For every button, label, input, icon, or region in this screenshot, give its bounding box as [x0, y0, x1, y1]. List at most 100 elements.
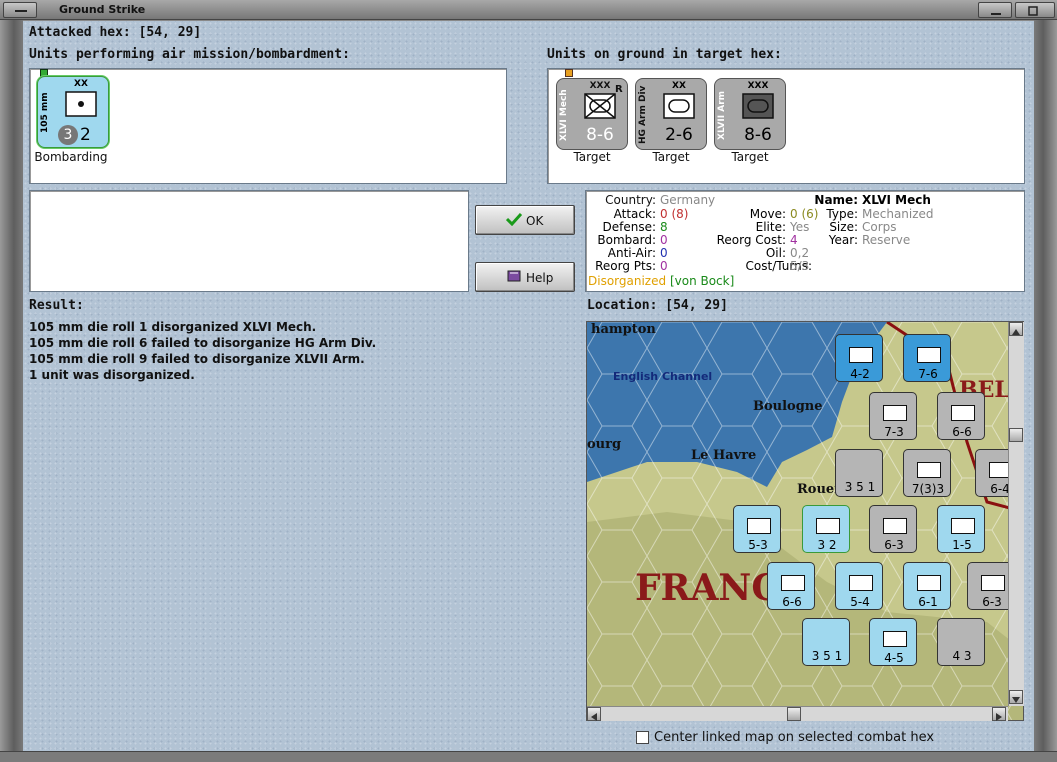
oil-label: Oil: [765, 246, 786, 260]
unit-symbol-icon [981, 575, 1005, 591]
map-unit[interactable]: 3 5 1 [835, 449, 883, 497]
unit-values: 5-3 [748, 538, 768, 552]
bombard-value: 0 [660, 233, 668, 247]
message-panel [29, 190, 469, 292]
defense-label: Defense: [602, 220, 656, 234]
unit-values: 7-3 [884, 425, 904, 439]
unit-symbol-icon [849, 575, 873, 591]
reorg-label: Reorg Pts: [595, 259, 656, 273]
unit-symbol-icon [816, 518, 840, 534]
elite-label: Elite: [755, 220, 786, 234]
antiair-label: Anti-Air: [607, 246, 656, 260]
unit-name: XLVI Mech [559, 89, 569, 141]
hex-map[interactable]: hampton English Channel Boulogne Le Havr… [586, 321, 1024, 721]
minimize-icon [991, 13, 1001, 15]
ground-unit-counter-hg-arm-div[interactable]: HG Arm Div XX 2-6 [635, 78, 707, 150]
arrow-left-icon [591, 713, 597, 721]
map-unit[interactable]: 6-6 [767, 562, 815, 610]
scroll-thumb[interactable] [787, 707, 801, 721]
map-place-label: Boulogne [753, 399, 823, 414]
map-unit[interactable]: 6-3 [869, 505, 917, 553]
map-unit[interactable]: 4-2 [835, 334, 883, 382]
unit-size: XX [74, 79, 88, 89]
unit-symbol-icon [849, 347, 873, 363]
unit-values: 1-5 [952, 538, 972, 552]
unit-status: Target [652, 150, 690, 164]
result-line: 105 mm die roll 1 disorganized XLVI Mech… [29, 320, 317, 334]
map-unit[interactable]: 7-3 [869, 392, 917, 440]
map-unit[interactable]: 6-6 [937, 392, 985, 440]
scroll-up-button[interactable] [1009, 322, 1023, 336]
selection-marker [565, 69, 573, 77]
unit-name: XLVII Arm [717, 90, 727, 140]
scroll-down-button[interactable] [1009, 690, 1023, 704]
window-menu-button[interactable] [3, 2, 37, 18]
armor-symbol-icon [741, 92, 775, 122]
country-value: Germany [660, 193, 716, 207]
minimize-button[interactable] [978, 2, 1012, 18]
ground-unit-counter-xlvii-arm[interactable]: XLVII Arm XXX 8-6 [714, 78, 786, 150]
map-unit[interactable]: 4 3 [937, 618, 985, 666]
air-units-panel[interactable]: 105 mm XX 3 2 Bombarding [29, 68, 507, 184]
map-horizontal-scrollbar[interactable] [587, 706, 1008, 721]
help-button[interactable]: Help [475, 262, 575, 292]
unit-info-panel: Country: Germany Attack: 0 (8) Defense: … [585, 190, 1025, 292]
map-unit[interactable]: 1-5 [937, 505, 985, 553]
ok-button[interactable]: OK [475, 205, 575, 235]
unit-values: 3 5 1 [844, 480, 876, 494]
unit-name: HG Arm Div [638, 85, 648, 145]
scroll-left-button[interactable] [587, 707, 601, 721]
defense-value: 8 [660, 220, 668, 234]
menu-icon [15, 10, 27, 12]
ground-units-panel[interactable]: XLVI Mech XXX R 8-6 Target HG Arm Div XX… [547, 68, 1025, 184]
map-unit[interactable]: 4-5 [869, 618, 917, 666]
map-place-label: English Channel [613, 370, 713, 383]
air-unit-counter-105mm[interactable]: 105 mm XX 3 2 [37, 76, 109, 148]
title-bar[interactable]: Ground Strike [0, 0, 1057, 20]
size-value: Corps [862, 220, 897, 234]
unit-symbol-icon [747, 518, 771, 534]
elite-value: Yes [790, 220, 810, 234]
map-unit[interactable]: 3 5 1 [802, 618, 850, 666]
unit-name: 105 mm [40, 92, 50, 134]
scroll-thumb[interactable] [1009, 428, 1023, 442]
arrow-right-icon [996, 713, 1002, 721]
unit-values: 4-2 [850, 367, 870, 381]
unit-values: 6-6 [782, 595, 802, 609]
attack-value: 0 [660, 207, 668, 221]
right-border [1034, 20, 1057, 751]
name-label: Name: [814, 193, 858, 207]
unit-values: 4 3 [952, 649, 972, 663]
map-unit[interactable]: 6-1 [903, 562, 951, 610]
unit-values: 6-3 [884, 538, 904, 552]
unit-values: 6-6 [952, 425, 972, 439]
map-unit[interactable]: 3 2 [802, 505, 850, 553]
year-label: Year: [828, 233, 858, 247]
scroll-right-button[interactable] [992, 707, 1006, 721]
maximize-button[interactable] [1015, 2, 1055, 18]
status-value: Disorganized [588, 274, 667, 288]
type-label: Type: [826, 207, 858, 221]
result-line: 105 mm die roll 9 failed to disorganize … [29, 352, 365, 366]
ground-unit-counter-xlvi-mech[interactable]: XLVI Mech XXX R 8-6 [556, 78, 628, 150]
mechanized-symbol-icon [583, 92, 617, 122]
unit-values: 6-1 [918, 595, 938, 609]
map-vertical-scrollbar[interactable] [1008, 322, 1024, 706]
map-unit[interactable]: 7(3)3 [903, 449, 951, 497]
map-unit[interactable]: 5-3 [733, 505, 781, 553]
center-map-checkbox[interactable] [636, 731, 649, 744]
type-value: Mechanized [862, 207, 934, 221]
ok-label: OK [526, 214, 544, 228]
attack-label: Attack: [613, 207, 656, 221]
map-unit[interactable]: 7-6 [903, 334, 951, 382]
reorg-value: 0 [660, 259, 668, 273]
unit-size: XX [672, 81, 686, 91]
map-place-label: FRANC [635, 567, 780, 609]
bombard-label: Bombard: [597, 233, 656, 247]
checkmark-icon [506, 212, 522, 226]
unit-status: Target [731, 150, 769, 164]
map-unit[interactable]: 5-4 [835, 562, 883, 610]
center-map-label: Center linked map on selected combat hex [654, 730, 935, 745]
unit-values: 3 5 1 [811, 649, 843, 663]
unit-values: 2-6 [665, 125, 693, 145]
